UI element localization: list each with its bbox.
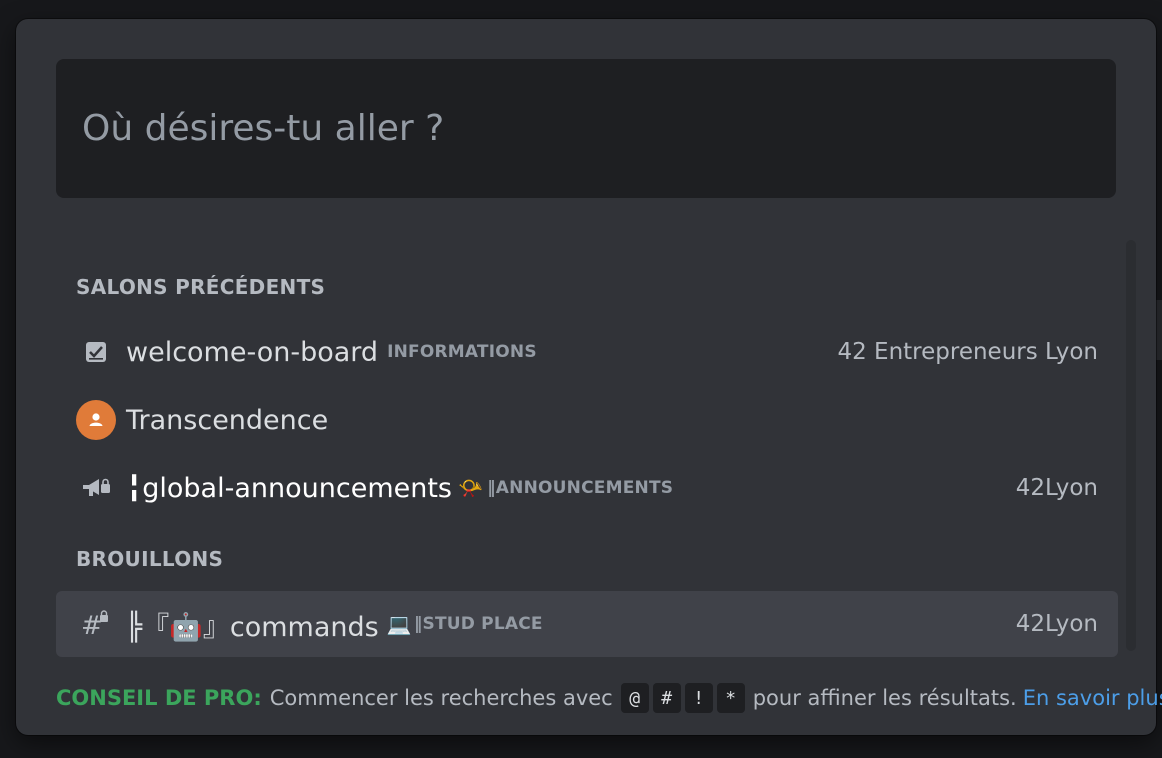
key-star: * <box>716 683 745 713</box>
pro-tip-label: CONSEIL DE PRO: <box>56 686 262 710</box>
result-item-category: ‖ANNOUNCEMENTS <box>487 478 674 498</box>
user-avatar-icon <box>76 400 116 440</box>
postal-horn-emoji: 📯 <box>458 476 484 500</box>
key-hash: # <box>652 683 681 713</box>
pro-tip-text-after: pour affiner les résultats. <box>752 686 1017 710</box>
results-list: SALONS PRÉCÉDENTS welcome-on-board INFOR… <box>56 239 1118 657</box>
result-item-category: INFORMATIONS <box>387 342 537 362</box>
result-item-name: ╠『🤖』commands <box>126 611 379 643</box>
quick-switcher-modal: SALONS PRÉCÉDENTS welcome-on-board INFOR… <box>16 19 1162 735</box>
rules-channel-icon <box>80 336 112 368</box>
result-item-name: welcome-on-board <box>126 336 379 368</box>
pro-tip: CONSEIL DE PRO: Commencer les recherches… <box>56 679 1162 717</box>
result-item-welcome-on-board[interactable]: welcome-on-board INFORMATIONS 42 Entrepr… <box>56 319 1118 385</box>
locked-text-channel-icon: # <box>80 608 112 640</box>
section-header-recent: SALONS PRÉCÉDENTS <box>76 275 326 299</box>
laptop-emoji: 💻 <box>386 612 412 636</box>
result-item-name: Transcendence <box>126 404 329 436</box>
learn-more-link[interactable]: En savoir plus <box>1023 686 1162 710</box>
search-input[interactable] <box>80 107 1092 150</box>
announcement-channel-icon <box>80 472 112 504</box>
key-at: @ <box>620 683 649 713</box>
section-header-drafts: BROUILLONS <box>76 547 224 571</box>
result-item-category: ‖STUD PLACE <box>413 614 543 634</box>
results-scrollbar[interactable] <box>1126 240 1136 651</box>
svg-text:#: # <box>81 611 103 638</box>
result-item-server: 42Lyon <box>1015 475 1098 501</box>
result-item-server: 42Lyon <box>1015 611 1098 637</box>
result-item-transcendence[interactable]: Transcendence <box>56 387 1118 453</box>
result-item-commands[interactable]: # ╠『🤖』commands 💻 ‖STUD PLACE 42Lyon <box>56 591 1118 657</box>
result-item-server: 42 Entrepreneurs Lyon <box>837 339 1098 365</box>
search-box[interactable] <box>56 59 1116 198</box>
key-bang: ! <box>684 683 713 713</box>
background-pane <box>1156 300 1162 360</box>
pro-tip-text-before: Commencer les recherches avec <box>269 686 613 710</box>
result-item-name: ╏global-announcements <box>126 472 452 504</box>
result-item-global-announcements[interactable]: ╏global-announcements 📯 ‖ANNOUNCEMENTS 4… <box>56 455 1118 521</box>
